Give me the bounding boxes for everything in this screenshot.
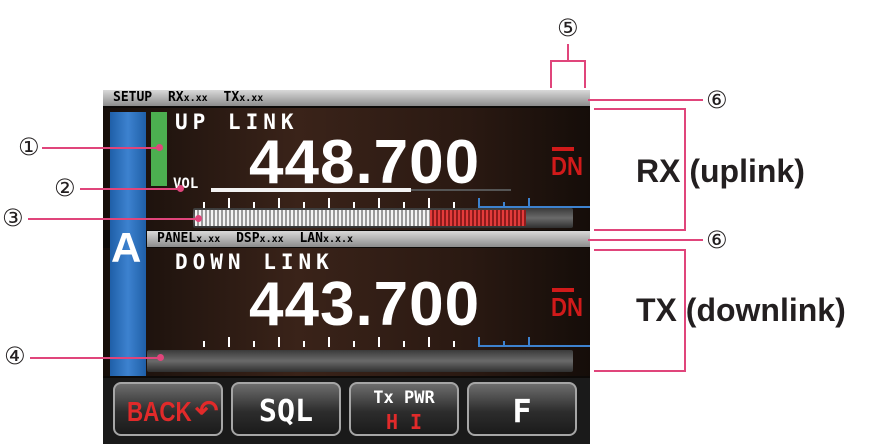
callout-2-line xyxy=(80,188,180,190)
tx-power-value: H I xyxy=(385,410,423,434)
rx-uplink-label: RX (uplink) xyxy=(636,153,805,189)
panel-version-label: PANEL xyxy=(157,231,197,246)
callout-1-dot xyxy=(156,144,163,151)
transceiver-display: SETUP RXx.xx TXx.xx A UP LINK 448.700 DN… xyxy=(103,90,590,444)
dsp-version-label: DSP xyxy=(236,231,260,246)
volume-level[interactable] xyxy=(211,188,411,192)
back-arrow-icon: ↶ xyxy=(195,395,219,426)
f-button[interactable]: F xyxy=(467,382,577,436)
back-button-label: BACK xyxy=(127,396,192,427)
callout-6b-line xyxy=(588,239,703,241)
uplink-meter-peak xyxy=(430,210,526,226)
tx-version-label: TX xyxy=(223,90,240,105)
sql-button[interactable]: SQL xyxy=(231,382,341,436)
lan-version: x.x.x xyxy=(322,234,354,245)
callout-1-line xyxy=(42,147,159,149)
callout-2-dot xyxy=(177,185,184,192)
callout-6b: ⑥ xyxy=(706,226,728,254)
callout-5-left-line xyxy=(550,60,552,88)
downlink-meter-scale xyxy=(203,335,590,347)
callout-4-line xyxy=(30,357,160,359)
sql-button-label: SQL xyxy=(258,394,314,429)
downlink-frequency[interactable]: 443.700 xyxy=(249,274,480,336)
callout-5: ⑤ xyxy=(557,14,579,42)
f-button-label: F xyxy=(512,392,532,430)
callout-1: ① xyxy=(18,133,40,161)
tx-power-label: Tx PWR xyxy=(373,388,435,408)
uplink-meter-scale xyxy=(203,196,590,208)
callout-5-stem xyxy=(567,44,569,61)
back-button[interactable]: BACK ↶ xyxy=(113,382,223,436)
uplink-meter-fill xyxy=(195,210,430,226)
callout-3: ③ xyxy=(2,204,24,232)
tx-bracket-top xyxy=(594,249,686,251)
callout-5-right-line xyxy=(584,60,586,88)
uplink-frequency[interactable]: 448.700 xyxy=(249,132,480,194)
rx-bracket-bottom xyxy=(594,229,686,231)
setup-label: SETUP xyxy=(113,90,153,105)
tx-version: x.xx xyxy=(239,93,264,104)
tx-power-button[interactable]: Tx PWR H I xyxy=(349,382,459,436)
callout-4: ④ xyxy=(4,342,26,370)
rx-version: x.xx xyxy=(183,93,208,104)
callout-2: ② xyxy=(54,174,76,202)
rx-version-label: RX xyxy=(167,90,184,105)
dsp-version: x.xx xyxy=(259,234,284,245)
panel-version: x.xx xyxy=(196,234,221,245)
uplink-mode: DN xyxy=(551,151,583,181)
downlink-mode: DN xyxy=(551,292,583,322)
band-letter: A xyxy=(111,224,142,271)
mid-status-bar: PANELx.xx DSPx.xx LANx.x.x xyxy=(147,231,590,247)
lan-version-label: LAN xyxy=(299,231,323,246)
tx-downlink-label: TX (downlink) xyxy=(636,292,846,328)
volume-track xyxy=(411,189,511,191)
callout-6a: ⑥ xyxy=(706,86,728,114)
callout-3-line xyxy=(28,218,198,220)
tx-bracket-bottom xyxy=(594,370,686,372)
callout-4-dot xyxy=(157,354,164,361)
rx-bracket-top xyxy=(594,108,686,110)
callout-6a-line xyxy=(588,99,703,101)
callout-3-dot xyxy=(195,215,202,222)
top-status-bar: SETUP RXx.xx TXx.xx xyxy=(103,90,590,106)
downlink-power-meter xyxy=(147,350,573,372)
